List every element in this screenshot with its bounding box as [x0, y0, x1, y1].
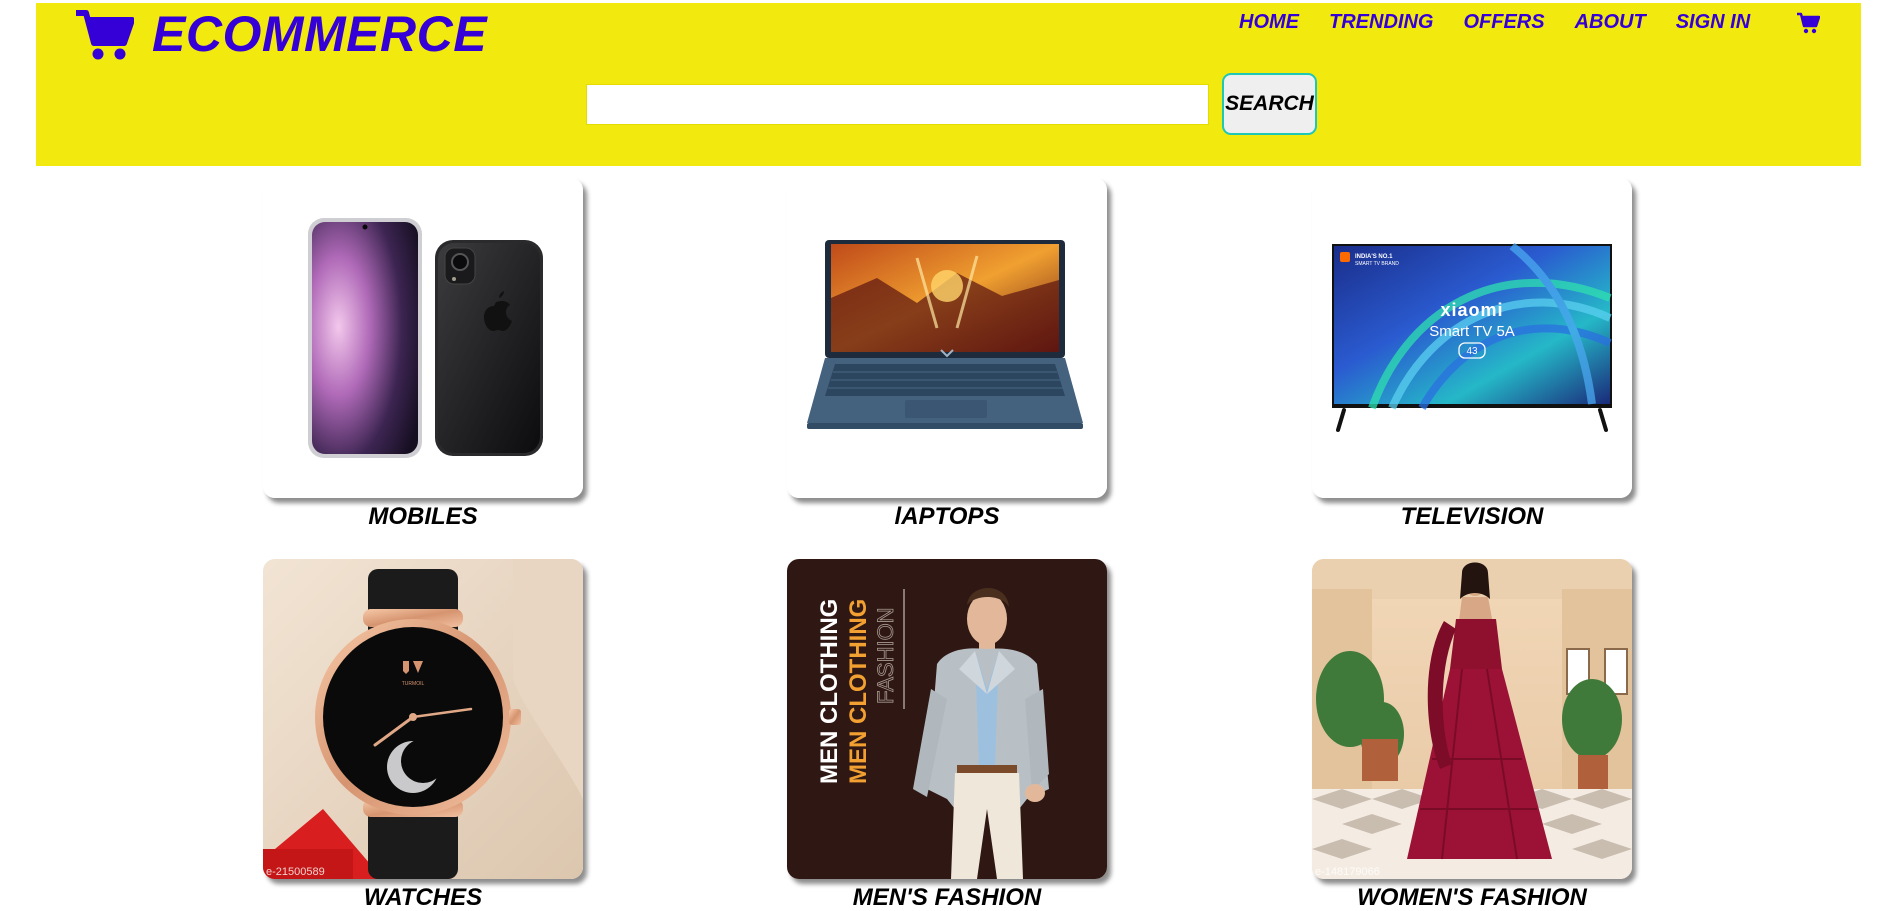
nav-about[interactable]: ABOUT: [1575, 11, 1646, 34]
men-clothing-image: MEN CLOTHING MEN CLOTHING FASHION: [787, 559, 1107, 879]
nav-offers[interactable]: OFFERS: [1463, 11, 1544, 34]
cart-icon[interactable]: [1796, 12, 1821, 34]
category-label-mobiles[interactable]: MOBILES: [263, 503, 583, 531]
watch-brand: TURMOIL: [402, 681, 425, 687]
tv-brand: xiaomi: [1440, 300, 1503, 320]
women-dress-image: e-148179066: [1312, 559, 1632, 879]
smartphones-image: [263, 178, 583, 498]
watermark: e-21500589: [266, 866, 325, 878]
laptop-image: [787, 178, 1107, 498]
shopping-cart-icon: [76, 10, 134, 60]
nav-home[interactable]: HOME: [1239, 11, 1299, 34]
category-card-mobiles[interactable]: [263, 178, 583, 498]
banner-line-1: MEN CLOTHING: [816, 599, 843, 784]
tv-badge-line1: INDIA'S NO.1: [1355, 254, 1393, 260]
page: ECOMMERCE HOME TRENDING OFFERS ABOUT SIG…: [0, 0, 1893, 911]
site-header: ECOMMERCE HOME TRENDING OFFERS ABOUT SIG…: [36, 3, 1861, 166]
category-card-womens-fashion[interactable]: e-148179066: [1312, 559, 1632, 879]
banner-line-3: FASHION: [873, 607, 898, 704]
banner-line-2: MEN CLOTHING: [845, 599, 872, 784]
category-label-watches[interactable]: WATCHES: [263, 884, 583, 911]
category-card-laptops[interactable]: [787, 178, 1107, 498]
brand-name: ECOMMERCE: [152, 6, 488, 62]
brand-logo[interactable]: ECOMMERCE: [74, 7, 487, 61]
tv-size: 43: [1466, 346, 1478, 357]
nav-trending[interactable]: TRENDING: [1329, 11, 1433, 34]
main-nav: HOME TRENDING OFFERS ABOUT SIGN IN: [1239, 11, 1821, 34]
watermark: e-148179066: [1315, 866, 1380, 878]
tv-badge-line2: SMART TV BRAND: [1355, 261, 1399, 267]
search-button[interactable]: SEARCH: [1222, 73, 1317, 135]
television-image: INDIA'S NO.1 SMART TV BRAND xiaomi Smart…: [1312, 178, 1632, 498]
wristwatch-image: TURMOIL e-21500589: [263, 559, 583, 879]
category-label-laptops[interactable]: lAPTOPS: [787, 503, 1107, 531]
category-card-mens-fashion[interactable]: MEN CLOTHING MEN CLOTHING FASHION: [787, 559, 1107, 879]
tv-model: Smart TV 5A: [1429, 323, 1515, 340]
category-card-television[interactable]: INDIA'S NO.1 SMART TV BRAND xiaomi Smart…: [1312, 178, 1632, 498]
search-input[interactable]: [586, 84, 1209, 125]
category-label-womens-fashion[interactable]: WOMEN'S FASHION: [1312, 884, 1632, 911]
category-label-television[interactable]: TELEVISION: [1312, 503, 1632, 531]
nav-sign-in[interactable]: SIGN IN: [1676, 11, 1750, 34]
category-label-mens-fashion[interactable]: MEN'S FASHION: [787, 884, 1107, 911]
category-card-watches[interactable]: TURMOIL e-21500589: [263, 559, 583, 879]
